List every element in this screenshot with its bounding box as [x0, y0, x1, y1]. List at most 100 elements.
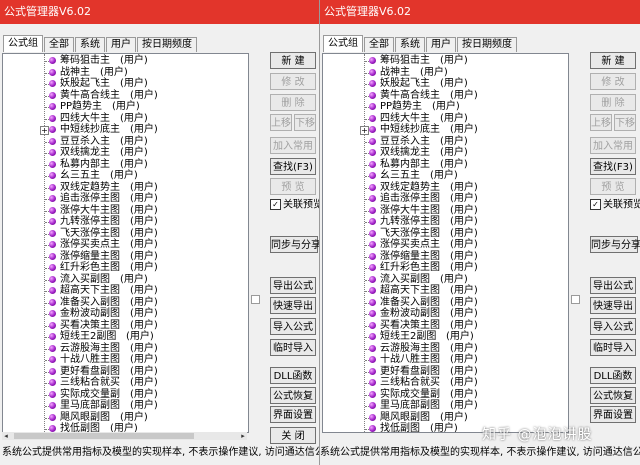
tab-all[interactable]: 全部 [44, 37, 74, 52]
formula-tree-item[interactable]: 涨停买卖点主 (用户) [3, 239, 248, 251]
add-common-button[interactable]: 加入常用 [590, 137, 636, 154]
expand-icon[interactable]: + [40, 126, 49, 135]
formula-tree-item[interactable]: + 中短线抄底主 (用户) [3, 124, 248, 136]
formula-tree-item[interactable]: 更好看盘副图 (用户) [323, 366, 568, 378]
formula-tree-item[interactable]: 买看决策主图 (用户) [323, 320, 568, 332]
formula-tree-item[interactable]: 实际成交量副 (用户) [323, 389, 568, 401]
formula-tree-item[interactable]: 流入买副图 (用户) [3, 274, 248, 286]
formula-tree-item[interactable]: 买看决策主图 (用户) [3, 320, 248, 332]
temp-import-button[interactable]: 临时导入 [590, 339, 636, 356]
formula-tree-item[interactable]: 短线王2副图 (用户) [3, 331, 248, 343]
formula-tree-item[interactable]: 飓风眼副图 (用户) [3, 412, 248, 424]
formula-tree-item[interactable]: 云游股海主图 (用户) [3, 343, 248, 355]
formula-tree-item[interactable]: 私募内部主 (用户) [323, 159, 568, 171]
formula-restore-button[interactable]: 公式恢复 [270, 387, 316, 404]
formula-tree-item[interactable]: 豆豆杀入主 (用户) [3, 136, 248, 148]
modify-button[interactable]: 修 改 [270, 73, 316, 90]
formula-tree-item[interactable]: 超高天下主图 (用户) [323, 285, 568, 297]
quick-export-button[interactable]: 快速导出 [590, 297, 636, 314]
check-icon[interactable]: ✓ [590, 199, 601, 210]
dll-function-button[interactable]: DLL函数 [590, 367, 636, 384]
tab-by-date-frequency[interactable]: 按日期频度 [457, 37, 517, 52]
formula-restore-button[interactable]: 公式恢复 [590, 387, 636, 404]
formula-tree-item[interactable]: 实际成交量副 (用户) [3, 389, 248, 401]
formula-tree-item[interactable]: + 中短线抄底主 (用户) [323, 124, 568, 136]
formula-tree-item[interactable]: 十战八胜主图 (用户) [323, 354, 568, 366]
formula-tree-item[interactable]: 妖股起飞主 (用户) [3, 78, 248, 90]
formula-tree-item[interactable]: 幺三五主 (用户) [3, 170, 248, 182]
formula-tree-item[interactable]: 战神主 (用户) [3, 67, 248, 79]
tab-formula-group[interactable]: 公式组 [3, 35, 43, 52]
formula-tree-item[interactable]: 涨停缩量主图 (用户) [3, 251, 248, 263]
formula-tree-item[interactable]: 豆豆杀入主 (用户) [323, 136, 568, 148]
formula-tree-item[interactable]: 准备买入副图 (用户) [3, 297, 248, 309]
modify-button[interactable]: 修 改 [590, 73, 636, 90]
panel-toggle-box[interactable] [571, 295, 580, 304]
formula-tree-item[interactable]: 准备买入副图 (用户) [323, 297, 568, 309]
formula-tree-item[interactable]: 幺三五主 (用户) [323, 170, 568, 182]
formula-tree-item[interactable]: 里马底部副图 (用户) [323, 400, 568, 412]
formula-tree-list[interactable]: 筹码狙击主 (用户) 战神主 (用户) 妖股起飞主 (用户) 黄牛高合线主 (用户) PP趋势主… [2, 53, 249, 433]
formula-tree-item[interactable]: 双线定趋势主 (用户) [3, 182, 248, 194]
formula-tree-item[interactable]: PP趋势主 (用户) [3, 101, 248, 113]
preview-button[interactable]: 预 览 [590, 178, 636, 195]
move-down-button[interactable]: 下移 [614, 114, 636, 131]
formula-tree-item[interactable]: 筹码狙击主 (用户) [3, 55, 248, 67]
scroll-right-icon[interactable]: ▸ [239, 432, 247, 440]
find-button[interactable]: 查找(F3) [590, 158, 636, 175]
export-formula-button[interactable]: 导出公式 [270, 277, 316, 294]
formula-tree-item[interactable]: 短线王2副图 (用户) [323, 331, 568, 343]
formula-tree-item[interactable]: 双线擒龙主 (用户) [323, 147, 568, 159]
delete-button[interactable]: 删 除 [590, 94, 636, 111]
check-icon[interactable]: ✓ [270, 199, 281, 210]
linked-preview-checkbox[interactable]: ✓ 关联预览 [270, 199, 319, 212]
formula-tree-item[interactable]: 黄牛高合线主 (用户) [3, 90, 248, 102]
tab-user[interactable]: 用户 [106, 37, 136, 52]
sync-share-button[interactable]: 同步与分享 [270, 236, 319, 253]
formula-tree-item[interactable]: 四线大牛主 (用户) [3, 113, 248, 125]
close-button[interactable]: 关 闭 [270, 427, 316, 444]
move-down-button[interactable]: 下移 [294, 114, 316, 131]
formula-tree-item[interactable]: 妖股起飞主 (用户) [323, 78, 568, 90]
horizontal-scrollbar[interactable]: ◂ ▸ [2, 432, 247, 440]
formula-tree-item[interactable]: 追击涨停主图 (用户) [3, 193, 248, 205]
formula-tree-item[interactable]: PP趋势主 (用户) [323, 101, 568, 113]
formula-tree-item[interactable]: 涨停大牛主图 (用户) [3, 205, 248, 217]
formula-tree-item[interactable]: 双线定趋势主 (用户) [323, 182, 568, 194]
ui-settings-button[interactable]: 界面设置 [270, 406, 316, 423]
formula-tree-item[interactable]: 飞天涨停主图 (用户) [323, 228, 568, 240]
sync-share-button[interactable]: 同步与分享 [590, 236, 640, 253]
move-up-button[interactable]: 上移 [270, 114, 292, 131]
move-up-button[interactable]: 上移 [590, 114, 612, 131]
formula-tree-item[interactable]: 金粉波动副图 (用户) [323, 308, 568, 320]
tab-system[interactable]: 系统 [75, 37, 105, 52]
formula-tree-item[interactable]: 十战八胜主图 (用户) [3, 354, 248, 366]
delete-button[interactable]: 删 除 [270, 94, 316, 111]
formula-tree-item[interactable]: 三线粘合就买 (用户) [323, 377, 568, 389]
formula-tree-item[interactable]: 战神主 (用户) [323, 67, 568, 79]
linked-preview-checkbox[interactable]: ✓ 关联预览 [590, 199, 640, 212]
formula-tree-item[interactable]: 飞天涨停主图 (用户) [3, 228, 248, 240]
formula-tree-list[interactable]: 筹码狙击主 (用户) 战神主 (用户) 妖股起飞主 (用户) 黄牛高合线主 (用户) PP趋势主… [322, 53, 569, 433]
formula-tree-item[interactable]: 三线粘合就买 (用户) [3, 377, 248, 389]
formula-tree-item[interactable]: 更好看盘副图 (用户) [3, 366, 248, 378]
formula-tree-item[interactable]: 飓风眼副图 (用户) [323, 412, 568, 424]
formula-tree-item[interactable]: 云游股海主图 (用户) [323, 343, 568, 355]
new-button[interactable]: 新 建 [590, 52, 636, 69]
formula-tree-item[interactable]: 红升彩色主图 (用户) [3, 262, 248, 274]
tab-by-date-frequency[interactable]: 按日期频度 [137, 37, 197, 52]
quick-export-button[interactable]: 快速导出 [270, 297, 316, 314]
formula-tree-item[interactable]: 红升彩色主图 (用户) [323, 262, 568, 274]
panel-toggle-box[interactable] [251, 295, 260, 304]
tab-all[interactable]: 全部 [364, 37, 394, 52]
formula-tree-item[interactable]: 涨停缩量主图 (用户) [323, 251, 568, 263]
formula-tree-item[interactable]: 金粉波动副图 (用户) [3, 308, 248, 320]
formula-tree-item[interactable]: 黄牛高合线主 (用户) [323, 90, 568, 102]
tab-system[interactable]: 系统 [395, 37, 425, 52]
formula-tree-item[interactable]: 超高天下主图 (用户) [3, 285, 248, 297]
formula-tree-item[interactable]: 涨停买卖点主 (用户) [323, 239, 568, 251]
formula-tree-item[interactable]: 追击涨停主图 (用户) [323, 193, 568, 205]
scroll-thumb[interactable] [14, 433, 194, 439]
formula-tree-item[interactable]: 九转涨停主图 (用户) [323, 216, 568, 228]
scroll-left-icon[interactable]: ◂ [2, 432, 10, 440]
